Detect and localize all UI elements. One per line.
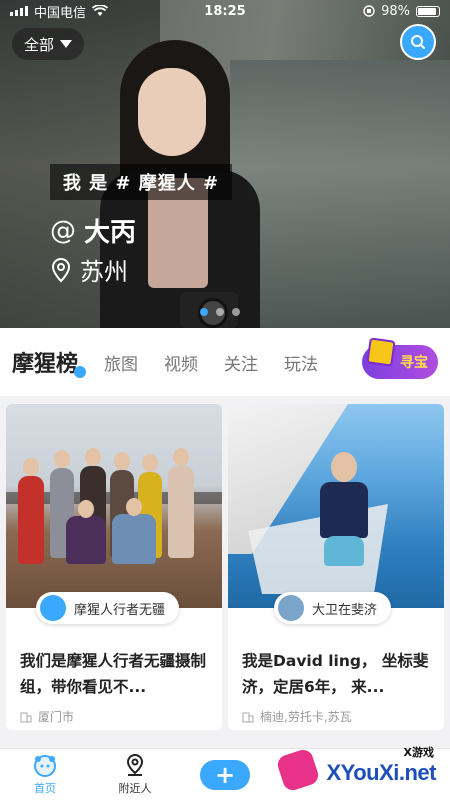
plus-icon: + xyxy=(214,760,236,789)
nav-nearby[interactable]: 附近人 xyxy=(90,749,180,800)
carousel-indicator[interactable] xyxy=(200,308,240,316)
hero-location-text: 苏州 xyxy=(80,258,128,286)
search-icon xyxy=(411,35,425,49)
hero-author[interactable]: @ 大丙 xyxy=(50,212,136,249)
location-pin-icon xyxy=(51,257,71,282)
filter-label: 全部 xyxy=(24,35,55,54)
hero-tag-banner: 我 是 # 摩猩人 # xyxy=(50,164,232,200)
avatar xyxy=(278,595,304,621)
card-title: 我们是摩猩人行者无疆摄制组，带你看见不... xyxy=(20,652,207,696)
nav-nearby-label: 附近人 xyxy=(118,782,152,795)
nav-home-label: 首页 xyxy=(34,782,56,795)
app-root: 中国电信 18:25 98% 全部 我 是 # 摩猩人 # @ 大丙 苏州 摩猩… xyxy=(0,0,450,800)
status-bar: 中国电信 18:25 98% xyxy=(0,0,450,22)
feed-grid: 摩猩人行者无疆 我们是摩猩人行者无疆摄制组，带你看见不... 厦门市 大卫在斐济… xyxy=(0,396,450,748)
card-photo xyxy=(228,404,444,608)
filter-dropdown[interactable]: 全部 xyxy=(12,28,85,60)
treasure-hunt-button[interactable]: 寻宝 xyxy=(362,337,438,379)
hero-banner[interactable]: 中国电信 18:25 98% 全部 我 是 # 摩猩人 # @ 大丙 苏州 xyxy=(0,0,450,328)
card-author-chip[interactable]: 大卫在斐济 xyxy=(274,592,392,624)
hero-background-water xyxy=(230,60,450,328)
tab-moxingbang[interactable]: 摩猩榜 xyxy=(12,346,87,378)
treasure-cube-icon xyxy=(366,337,396,367)
building-icon xyxy=(242,712,254,722)
feed-card[interactable]: 摩猩人行者无疆 我们是摩猩人行者无疆摄制组，带你看见不... 厦门市 xyxy=(6,404,222,730)
tab-wanfa[interactable]: 玩法 xyxy=(284,350,318,375)
watermark-top-text: X游戏 xyxy=(403,746,434,759)
watermark-logo-icon xyxy=(275,747,321,793)
card-location: 厦门市 xyxy=(20,708,74,725)
card-location-text: 楠迪,劳托卡,苏瓦 xyxy=(260,710,352,724)
at-symbol: @ xyxy=(50,215,76,246)
category-tabs: 摩猩榜 旅图 视频 关注 玩法 寻宝 xyxy=(0,328,450,396)
building-icon xyxy=(20,712,32,722)
tab-moxingbang-label: 摩猩榜 xyxy=(12,352,79,377)
battery-icon xyxy=(416,5,440,17)
card-author-chip[interactable]: 摩猩人行者无疆 xyxy=(36,592,180,624)
card-author-name: 大卫在斐济 xyxy=(312,602,378,618)
card-location: 楠迪,劳托卡,苏瓦 xyxy=(242,708,352,725)
treasure-label: 寻宝 xyxy=(400,355,428,371)
card-location-text: 厦门市 xyxy=(38,710,75,724)
card-author-name: 摩猩人行者无疆 xyxy=(74,602,166,618)
tab-guanzhu[interactable]: 关注 xyxy=(224,350,258,375)
carousel-dot[interactable] xyxy=(216,308,224,316)
card-photo xyxy=(6,404,222,608)
nav-home[interactable]: 首页 xyxy=(0,749,90,800)
chevron-down-icon xyxy=(60,40,73,48)
card-title: 我是David ling， 坐标斐济，定居6年， 来... xyxy=(242,652,429,696)
nav-add[interactable]: + xyxy=(180,749,270,800)
hero-author-name: 大丙 xyxy=(84,218,137,248)
search-button[interactable] xyxy=(400,24,436,60)
watermark-main-text: XYouXi.net xyxy=(326,760,437,785)
carousel-dot[interactable] xyxy=(200,308,208,316)
hero-location: 苏州 xyxy=(50,252,128,287)
tab-lvtu[interactable]: 旅图 xyxy=(104,350,138,375)
watermark: X游戏 XYouXi.net xyxy=(274,742,444,798)
home-icon xyxy=(34,755,56,777)
active-tab-indicator xyxy=(74,366,87,378)
add-button[interactable]: + xyxy=(200,759,250,790)
tab-shipin[interactable]: 视频 xyxy=(164,350,198,375)
avatar xyxy=(40,595,66,621)
nearby-pin-icon xyxy=(126,753,144,776)
clock: 18:25 xyxy=(204,3,246,19)
feed-card[interactable]: 大卫在斐济 我是David ling， 坐标斐济，定居6年， 来... 楠迪,劳… xyxy=(228,404,444,730)
carousel-dot[interactable] xyxy=(232,308,240,316)
